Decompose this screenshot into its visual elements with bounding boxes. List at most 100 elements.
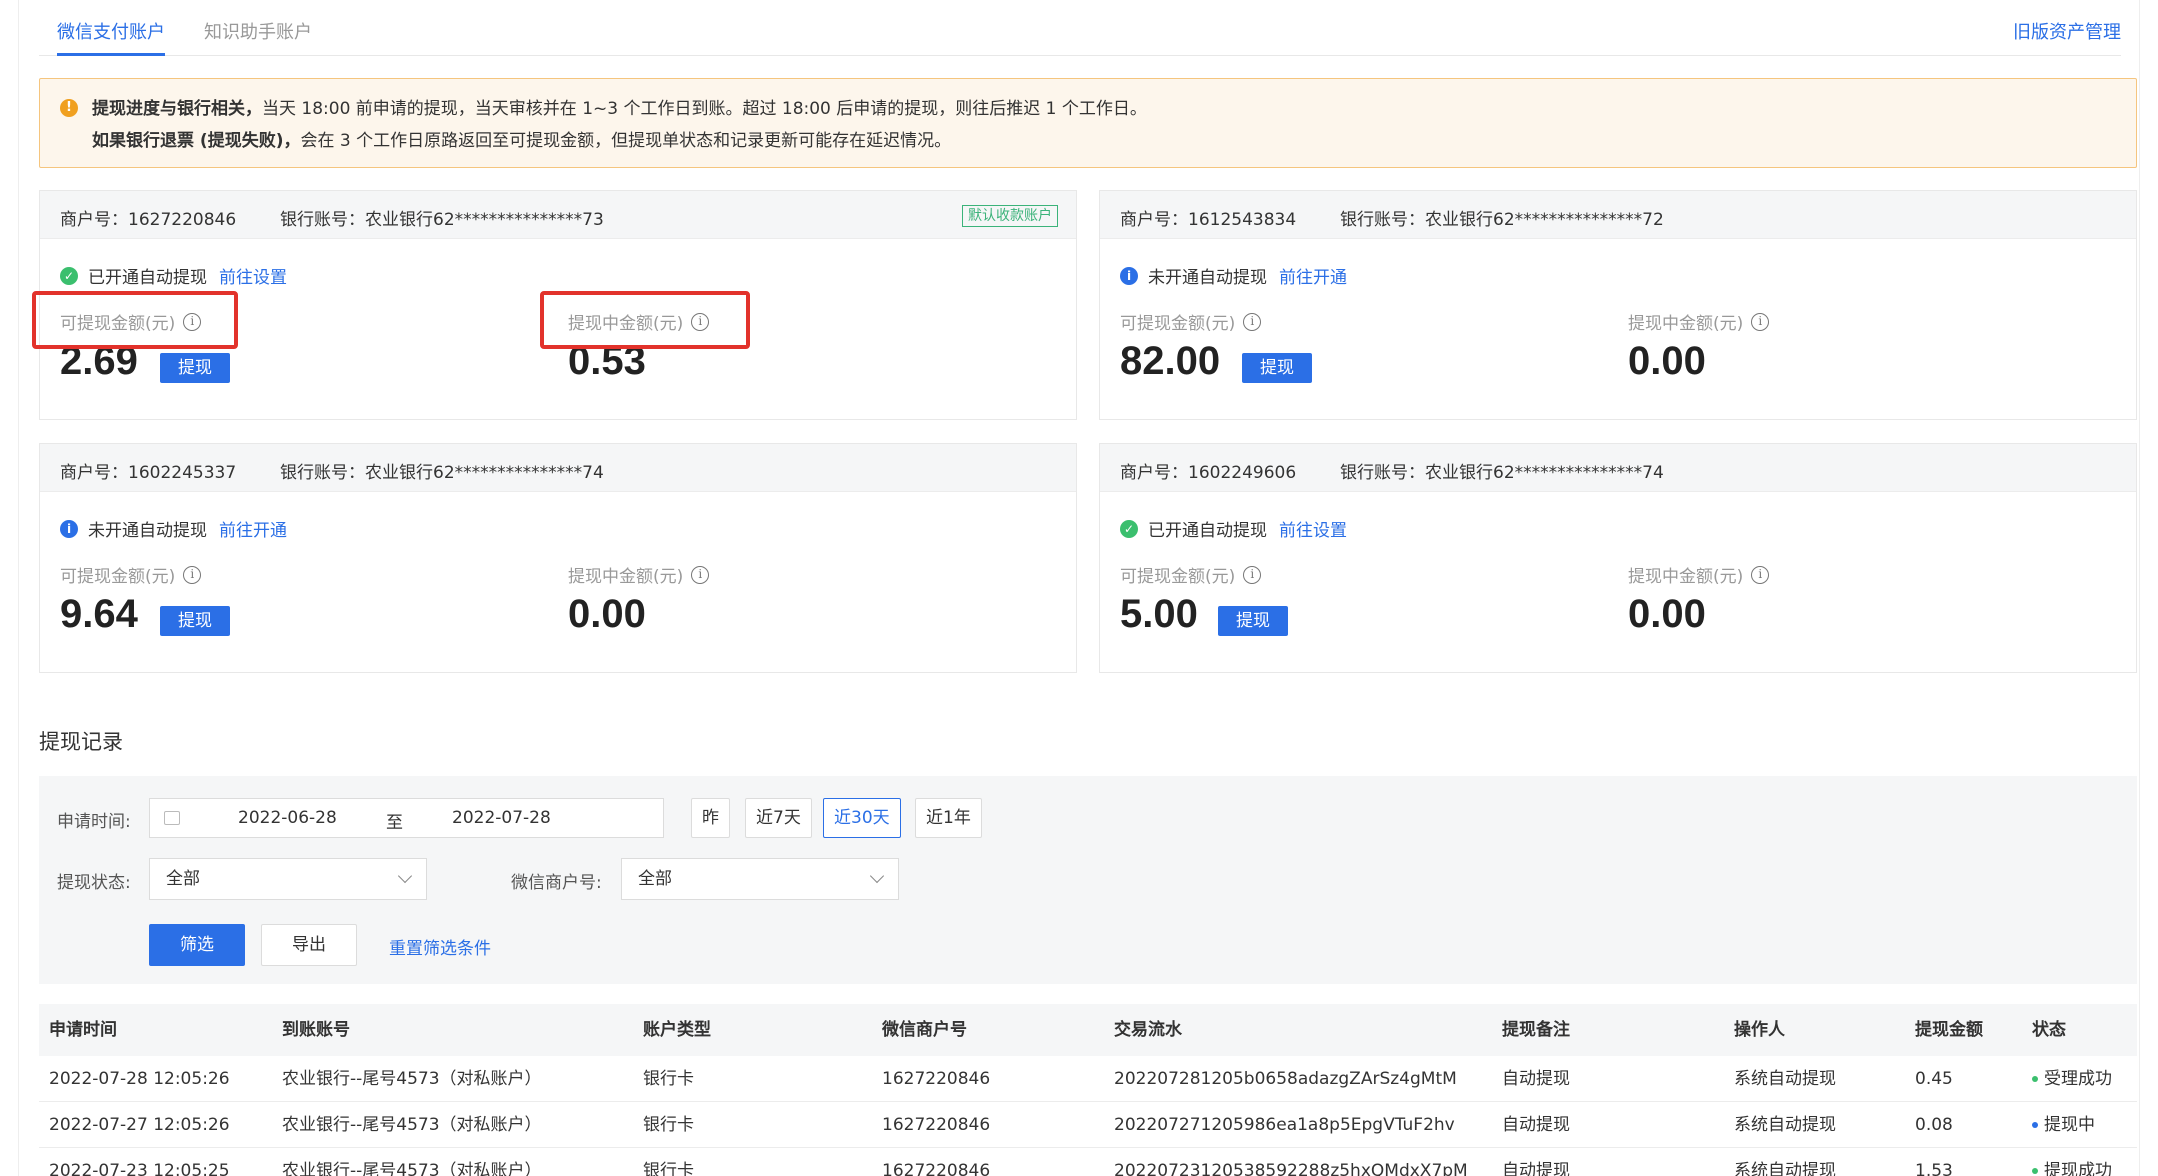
default-account-badge: 默认收款账户 <box>962 205 1058 227</box>
available-label: 可提现金额(元) i <box>60 562 202 587</box>
page: 微信支付账户 知识助手账户 旧版资产管理 ! 提现进度与银行相关，当天 18:0… <box>18 0 2140 1176</box>
cell-status: 提现成功 <box>2032 1148 2112 1176</box>
filter-button[interactable]: 筛选 <box>149 924 245 966</box>
cell-type: 银行卡 <box>643 1069 694 1089</box>
cell-merchant: 1627220846 <box>882 1161 991 1176</box>
reset-filter-link[interactable]: 重置筛选条件 <box>389 934 491 959</box>
notice-bold-1: 提现进度与银行相关， <box>92 99 262 119</box>
withdraw-button[interactable]: 提现 <box>1242 353 1312 383</box>
cell-account: 农业银行--尾号4573（对私账户） <box>282 1069 542 1089</box>
merchant-select-value: 全部 <box>638 869 672 889</box>
pending-amount: 0.00 <box>568 592 646 636</box>
merchant-id: 商户号：1602245337 <box>60 463 237 483</box>
status-dot-icon <box>2032 1168 2038 1174</box>
status-select[interactable]: 全部 <box>149 858 427 900</box>
status-dot-icon <box>2032 1122 2038 1128</box>
auto-status-text: 已开通自动提现 <box>1148 521 1267 541</box>
table-row: 2022-07-23 12:05:25 农业银行--尾号4573（对私账户） 银… <box>39 1148 2137 1176</box>
available-amount: 9.64 <box>60 592 138 636</box>
col-time: 申请时间 <box>49 1020 117 1040</box>
cell-operator: 系统自动提现 <box>1734 1161 1836 1176</box>
auto-setting-link[interactable]: 前往开通 <box>1279 263 1347 288</box>
records-table: 申请时间 到账账号 账户类型 微信商户号 交易流水 提现备注 操作人 提现金额 … <box>39 1004 2137 1176</box>
cell-merchant: 1627220846 <box>882 1069 991 1089</box>
bank-account: 银行账号：农业银行62***************73 <box>280 210 604 230</box>
card-header: 商户号：1612543834 银行账号：农业银行62**************… <box>1100 191 2136 239</box>
tab-wechat-pay[interactable]: 微信支付账户 <box>57 18 165 56</box>
time-label: 申请时间: <box>57 812 131 832</box>
account-card: 商户号：1612543834 银行账号：农业银行62**************… <box>1099 190 2137 420</box>
check-circle-icon: ✓ <box>1120 519 1138 538</box>
auto-withdraw-status: ✓ 已开通自动提现 前往设置 <box>60 263 287 288</box>
auto-withdraw-status: i 未开通自动提现 前往开通 <box>60 516 287 541</box>
info-icon[interactable]: i <box>1751 312 1770 331</box>
pending-label: 提现中金额(元) i <box>1628 562 1770 587</box>
highlight-box-available <box>32 291 238 349</box>
auto-setting-link[interactable]: 前往设置 <box>1279 516 1347 541</box>
available-amount: 82.00 <box>1120 339 1221 383</box>
cell-serial: 20220723120538592288z5hxQMdxX7pM <box>1114 1161 1468 1176</box>
merchant-id: 商户号：1627220846 <box>60 210 237 230</box>
cell-amount: 0.08 <box>1915 1115 1953 1135</box>
col-account: 到账账号 <box>282 1020 350 1040</box>
date-range-picker[interactable]: 2022-06-28 至 2022-07-28 <box>149 798 664 838</box>
cell-merchant: 1627220846 <box>882 1115 991 1135</box>
pending-label: 提现中金额(元) i <box>1628 309 1770 334</box>
available-amount: 5.00 <box>1120 592 1198 636</box>
withdraw-button[interactable]: 提现 <box>160 606 230 636</box>
pending-label: 提现中金额(元) i <box>568 562 710 587</box>
start-date[interactable]: 2022-06-28 <box>238 808 337 828</box>
info-icon[interactable]: i <box>183 565 202 584</box>
cell-account: 农业银行--尾号4573（对私账户） <box>282 1115 542 1135</box>
pending-amount: 0.00 <box>1628 339 1706 383</box>
merchant-label: 微信商户号: <box>511 873 602 893</box>
col-remark: 提现备注 <box>1502 1020 1570 1040</box>
cell-serial: 202207281205b0658adazgZArSz4gMtM <box>1114 1069 1457 1089</box>
table-header: 申请时间 到账账号 账户类型 微信商户号 交易流水 提现备注 操作人 提现金额 … <box>39 1004 2137 1056</box>
status-label: 提现状态: <box>57 873 131 893</box>
tab-bar: 微信支付账户 知识助手账户 旧版资产管理 <box>39 0 2121 56</box>
chevron-down-icon <box>869 868 885 884</box>
quick-1year[interactable]: 近1年 <box>915 798 982 838</box>
end-date[interactable]: 2022-07-28 <box>452 808 551 828</box>
bank-account: 银行账号：农业银行62***************72 <box>1340 210 1664 230</box>
info-icon[interactable]: i <box>691 565 710 584</box>
col-serial: 交易流水 <box>1114 1020 1182 1040</box>
auto-status-text: 未开通自动提现 <box>1148 268 1267 288</box>
withdraw-button[interactable]: 提现 <box>1218 606 1288 636</box>
quick-yesterday[interactable]: 昨 <box>691 798 730 838</box>
old-asset-link[interactable]: 旧版资产管理 <box>2013 18 2121 44</box>
bank-account: 银行账号：农业银行62***************74 <box>1340 463 1664 483</box>
auto-setting-link[interactable]: 前往开通 <box>219 516 287 541</box>
status-select-value: 全部 <box>166 869 200 889</box>
available-label: 可提现金额(元) i <box>1120 309 1262 334</box>
info-icon[interactable]: i <box>1751 565 1770 584</box>
filter-panel: 申请时间: 2022-06-28 至 2022-07-28 昨 近7天 近30天… <box>39 776 2137 984</box>
cell-remark: 自动提现 <box>1502 1069 1570 1089</box>
cell-amount: 0.45 <box>1915 1069 1953 1089</box>
account-card: 商户号：1602245337 银行账号：农业银行62**************… <box>39 443 1077 673</box>
auto-status-text: 已开通自动提现 <box>88 268 207 288</box>
col-type: 账户类型 <box>643 1020 711 1040</box>
notice-bold-2: 如果银行退票 (提现失败)， <box>92 131 301 151</box>
pending-amount: 0.00 <box>1628 592 1706 636</box>
card-header: 商户号：1602245337 银行账号：农业银行62**************… <box>40 444 1076 492</box>
cell-type: 银行卡 <box>643 1161 694 1176</box>
chevron-down-icon <box>397 868 413 884</box>
quick-7days[interactable]: 近7天 <box>745 798 812 838</box>
col-merchant: 微信商户号 <box>882 1020 967 1040</box>
auto-withdraw-status: i 未开通自动提现 前往开通 <box>1120 263 1347 288</box>
quick-30days[interactable]: 近30天 <box>823 798 901 838</box>
account-card: 商户号：1627220846 银行账号：农业银行62**************… <box>32 190 1077 420</box>
info-icon[interactable]: i <box>1243 565 1262 584</box>
calendar-icon <box>164 811 180 825</box>
status-dot-icon <box>2032 1076 2038 1082</box>
merchant-select[interactable]: 全部 <box>621 858 899 900</box>
export-button[interactable]: 导出 <box>261 924 357 966</box>
info-icon[interactable]: i <box>1243 312 1262 331</box>
available-label: 可提现金额(元) i <box>1120 562 1262 587</box>
col-operator: 操作人 <box>1734 1020 1785 1040</box>
auto-setting-link[interactable]: 前往设置 <box>219 263 287 288</box>
withdraw-button[interactable]: 提现 <box>160 353 230 383</box>
tab-knowledge-assistant[interactable]: 知识助手账户 <box>204 18 312 56</box>
